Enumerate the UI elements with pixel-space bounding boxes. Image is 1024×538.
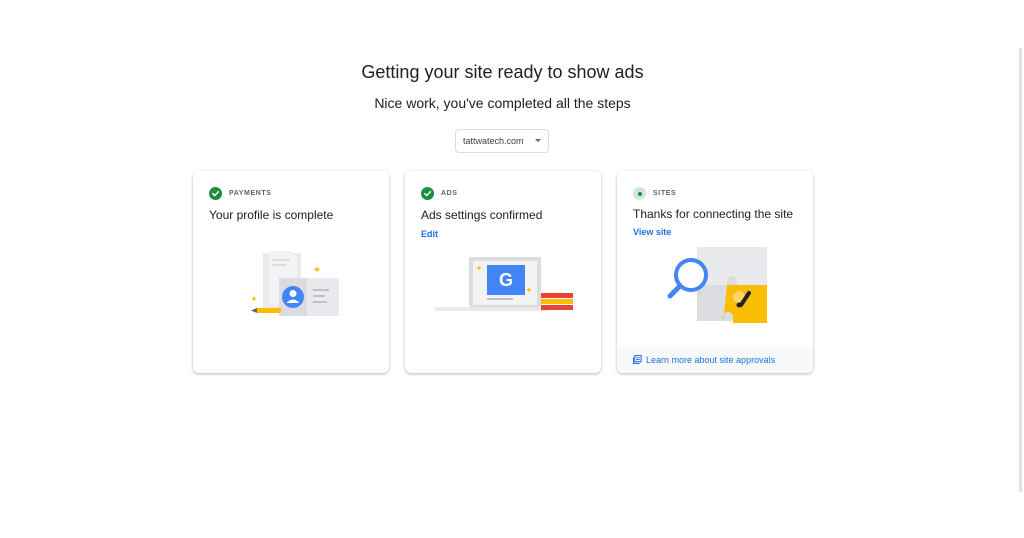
card-title: Your profile is complete bbox=[209, 208, 334, 222]
check-circle-icon bbox=[209, 187, 222, 200]
laptop-google-illustration: G bbox=[435, 257, 573, 311]
card-category-label: SITES bbox=[653, 190, 677, 197]
svg-text:G: G bbox=[499, 270, 513, 290]
dropdown-arrow-icon bbox=[535, 139, 541, 142]
page-scrollbar[interactable] bbox=[1019, 48, 1022, 492]
pending-dot-icon bbox=[633, 187, 646, 200]
learn-more-site-approvals-link[interactable]: Learn more about site approvals bbox=[617, 347, 813, 373]
card-category-label: PAYMENTS bbox=[229, 190, 272, 197]
payments-card: PAYMENTS Your profile is complete bbox=[193, 171, 389, 373]
footer-link-text: Learn more about site approvals bbox=[646, 355, 776, 365]
card-title: Ads settings confirmed bbox=[421, 208, 543, 222]
card-category-label: ADS bbox=[441, 190, 458, 197]
card-label-row: SITES bbox=[633, 187, 676, 200]
check-circle-icon bbox=[421, 187, 434, 200]
puzzle-magnifier-illustration bbox=[667, 247, 767, 323]
view-site-link[interactable]: View site bbox=[633, 227, 671, 237]
sites-card: SITES Thanks for connecting the site Vie… bbox=[617, 171, 813, 373]
ads-card: ADS Ads settings confirmed Edit G bbox=[405, 171, 601, 373]
site-selector-value: tattwatech.com bbox=[463, 136, 524, 146]
page-subtitle: Nice work, you've completed all the step… bbox=[374, 95, 631, 111]
card-label-row: PAYMENTS bbox=[209, 187, 272, 200]
external-doc-icon bbox=[632, 354, 642, 366]
card-label-row: ADS bbox=[421, 187, 458, 200]
card-title: Thanks for connecting the site bbox=[633, 207, 794, 221]
edit-link[interactable]: Edit bbox=[421, 229, 438, 239]
page-title: Getting your site ready to show ads bbox=[361, 62, 644, 82]
site-selector-dropdown[interactable]: tattwatech.com bbox=[455, 129, 549, 153]
profile-document-illustration bbox=[251, 251, 339, 316]
